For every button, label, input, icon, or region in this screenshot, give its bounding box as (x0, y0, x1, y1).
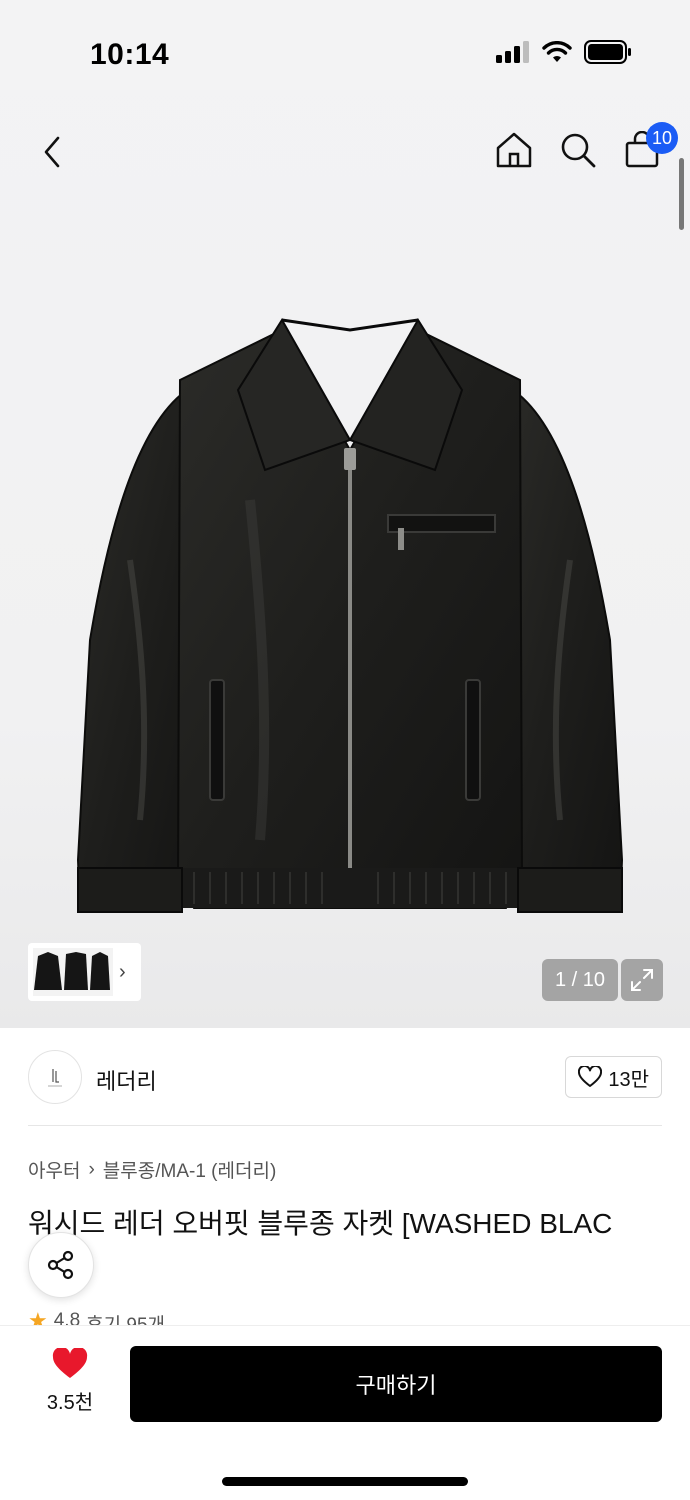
breadcrumb: 아우터 › 블루종/MA-1 (레더리) (28, 1156, 276, 1183)
cart-count-badge: 10 (645, 122, 678, 154)
breadcrumb-separator-icon: › (88, 1158, 95, 1180)
breadcrumb-subcategory[interactable]: 블루종/MA-1 (레더리) (103, 1156, 277, 1183)
brand-like-count: 13만 (608, 1068, 649, 1091)
chevron-left-icon (44, 136, 60, 168)
image-page-counter: 1 / 10 (542, 959, 618, 1001)
expand-icon (631, 969, 653, 991)
back-button[interactable] (30, 128, 74, 176)
share-icon (47, 1250, 74, 1280)
status-bar: 10:14 (0, 0, 690, 110)
star-icon: ★ (28, 1310, 48, 1326)
buy-button[interactable]: 구매하기 (130, 1346, 662, 1422)
share-button[interactable] (28, 1232, 94, 1298)
bottom-action-bar: 3.5천 구매하기 (0, 1325, 690, 1500)
brand-row: 레더리 13만 (28, 1050, 662, 1104)
expand-image-button[interactable] (621, 959, 663, 1001)
status-time: 10:14 (90, 38, 170, 71)
section-divider (28, 1125, 662, 1126)
thumbnail-strip[interactable]: › (28, 943, 141, 1001)
cart-button[interactable]: 10 (622, 122, 678, 174)
cellular-signal-icon (496, 41, 529, 63)
rating-value: 4.8 (53, 1310, 81, 1326)
product-title: 워시드 레더 오버핏 블루종 자켓 [WASHED BLAC (28, 1208, 613, 1239)
thumbnail-image (33, 948, 113, 996)
wishlist-count: 3.5천 (46, 1392, 94, 1414)
top-nav-bar: 10 (0, 120, 690, 184)
scroll-indicator (679, 158, 684, 230)
thumbnail-jackets (34, 952, 110, 990)
rating-row[interactable]: ★ 4.8 후기 95개 (28, 1310, 165, 1326)
search-icon (561, 133, 596, 168)
thumbnail-chevron: › (119, 960, 126, 983)
search-button[interactable] (558, 126, 598, 174)
home-indicator (222, 1477, 468, 1486)
home-icon (496, 132, 532, 168)
breadcrumb-category[interactable]: 아우터 (28, 1156, 80, 1183)
brand-logo[interactable] (28, 1050, 82, 1104)
brand-like-button[interactable]: 13만 (565, 1056, 662, 1098)
product-image[interactable] (70, 300, 630, 930)
wishlist-button[interactable]: 3.5천 (30, 1348, 110, 1418)
heart-filled-icon (52, 1348, 88, 1378)
brand-name[interactable]: 레더리 (96, 1064, 157, 1096)
brand-logo-mark (48, 1069, 62, 1087)
battery-icon (584, 40, 631, 64)
nav-actions: 10 (494, 122, 678, 174)
status-icons (496, 40, 632, 64)
review-count: 후기 95개 (86, 1315, 166, 1326)
wifi-icon (542, 41, 572, 62)
home-button[interactable] (494, 126, 534, 174)
heart-outline-icon (578, 1066, 603, 1087)
product-hero: 10:14 10 › 1 / 10 (0, 0, 690, 1028)
